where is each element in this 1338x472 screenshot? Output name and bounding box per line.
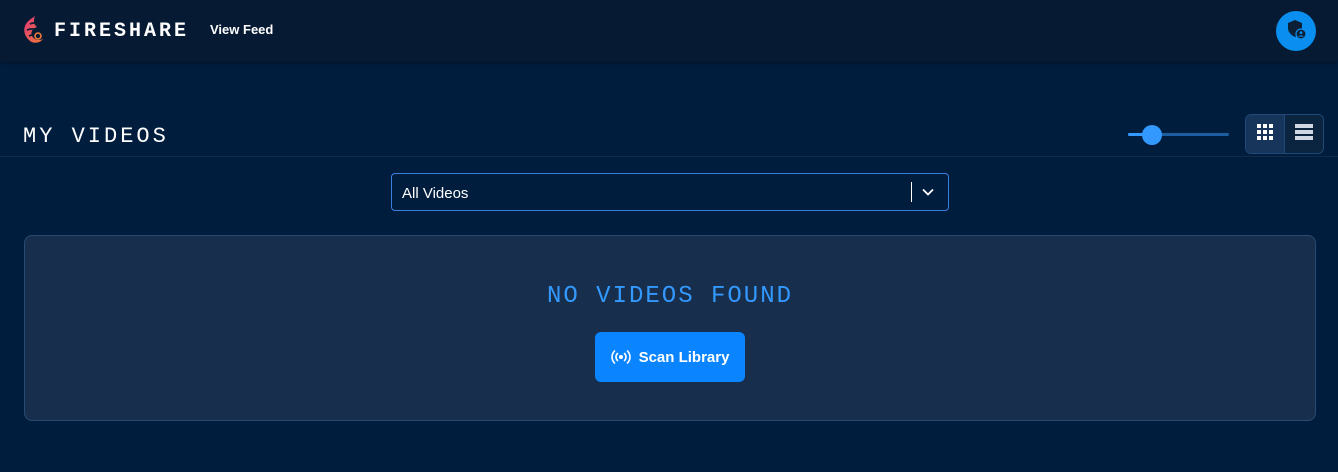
grid-icon (1256, 123, 1273, 145)
brand-name: FIRESHARE (54, 19, 190, 43)
view-feed-link[interactable]: View Feed (210, 22, 273, 37)
page-title: MY VIDEOS (23, 124, 169, 149)
slider-thumb[interactable] (1142, 125, 1163, 145)
grid-view-button[interactable] (1246, 115, 1285, 153)
shield-user-icon (1285, 18, 1307, 45)
top-navbar: FIRESHARE View Feed (0, 0, 1338, 62)
videos-toolbar: MY VIDEOS (0, 110, 1338, 157)
empty-state-message: NO VIDEOS FOUND (546, 283, 794, 310)
account-avatar-button[interactable] (1276, 11, 1316, 51)
video-filter-select[interactable]: All Videos (391, 173, 949, 211)
selected-filter: All Videos (402, 185, 469, 202)
list-icon (1294, 123, 1313, 145)
broadcast-icon (610, 350, 631, 364)
list-view-button[interactable] (1284, 115, 1323, 153)
select-separator (911, 182, 912, 202)
scan-library-button[interactable]: Scan Library (595, 332, 745, 382)
view-toggle (1245, 114, 1324, 154)
card-size-slider[interactable] (1128, 124, 1229, 146)
empty-state-panel: NO VIDEOS FOUND Scan Library (24, 235, 1316, 421)
fireshare-logo-icon (22, 15, 48, 47)
scan-library-label: Scan Library (638, 348, 730, 366)
chevron-down-icon[interactable] (921, 185, 935, 204)
brand[interactable]: FIRESHARE (22, 14, 189, 48)
